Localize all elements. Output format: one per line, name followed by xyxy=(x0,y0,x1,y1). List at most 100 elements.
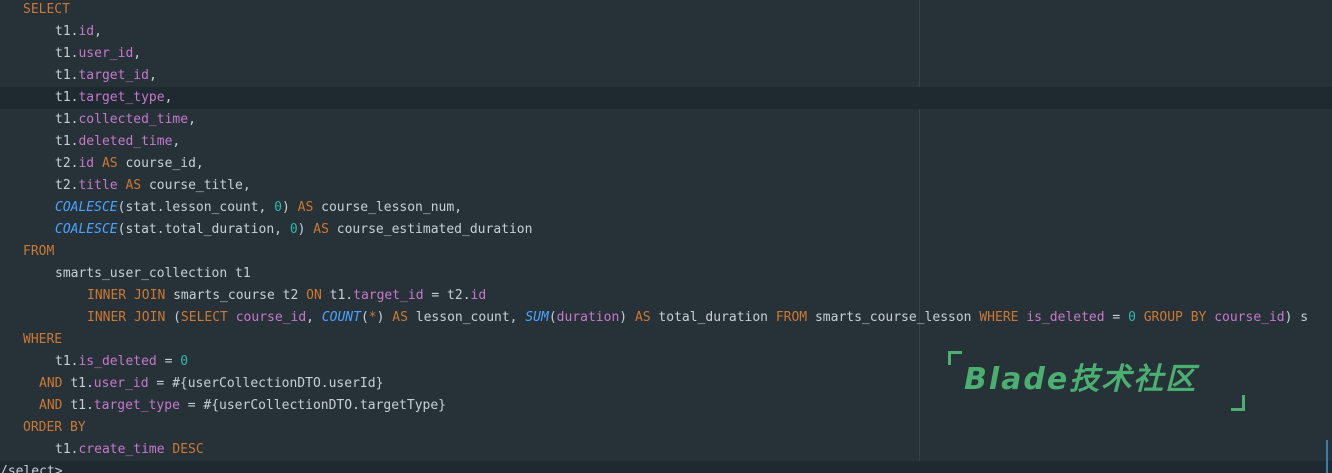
code-line-content: t2.title AS course_title, xyxy=(55,175,251,197)
code-line-content: t1.id, xyxy=(55,21,102,43)
code-token: course_id xyxy=(235,310,307,325)
code-line[interactable]: t1.id, xyxy=(0,21,1332,43)
code-token: smarts_course t2 xyxy=(173,288,307,303)
code-line-content: FROM xyxy=(23,241,54,263)
code-token: AS xyxy=(392,310,416,325)
code-line[interactable]: smarts_user_collection t1 xyxy=(0,263,1332,285)
code-token: ) xyxy=(297,222,314,237)
code-token: t1. xyxy=(55,46,79,61)
code-token: , xyxy=(148,68,157,83)
code-line[interactable]: INNER JOIN smarts_course t2 ON t1.target… xyxy=(0,285,1332,307)
code-token: id xyxy=(78,24,95,39)
code-token: id xyxy=(78,156,95,171)
code-line-content: t1.target_id, xyxy=(55,65,157,87)
code-token: DESC xyxy=(164,442,204,457)
code-token: , xyxy=(306,310,322,325)
code-token: FROM xyxy=(775,310,815,325)
code-token: AS xyxy=(117,178,149,193)
code-line[interactable]: t2.title AS course_title, xyxy=(0,175,1332,197)
code-token: ) xyxy=(376,310,393,325)
code-token: GROUP BY xyxy=(1135,310,1215,325)
code-token: SELECT xyxy=(180,310,236,325)
code-token: deleted_time xyxy=(78,134,173,149)
code-token: target_id xyxy=(353,288,424,303)
code-token: t1. xyxy=(55,442,79,457)
code-token: t1. xyxy=(70,398,94,413)
code-line[interactable]: t1.target_id, xyxy=(0,65,1332,87)
code-line-content: INNER JOIN (SELECT course_id, COUNT(*) A… xyxy=(87,307,1308,329)
code-token: course_estimated_duration xyxy=(336,222,533,237)
code-line-content: t1.collected_time, xyxy=(55,109,196,131)
code-line-content: t1.is_deleted = 0 xyxy=(55,351,188,373)
code-token: ) xyxy=(619,310,635,325)
code-token: t1. xyxy=(70,376,94,391)
code-token: INNER JOIN xyxy=(87,310,174,325)
code-line-content: INNER JOIN smarts_course t2 ON t1.target… xyxy=(87,285,486,307)
code-token: SELECT xyxy=(23,2,70,17)
code-line-content: /select> xyxy=(0,461,63,473)
code-token: (stat.total_duration, xyxy=(117,222,290,237)
code-token: t1. xyxy=(55,90,79,105)
code-token: = #{userCollectionDTO.userId} xyxy=(148,376,384,391)
code-line[interactable]: t1.collected_time, xyxy=(0,109,1332,131)
code-token: t2. xyxy=(55,156,79,171)
code-token: FROM xyxy=(23,244,55,259)
code-token: course_id, xyxy=(125,156,204,171)
code-token: collected_time xyxy=(78,112,189,127)
code-line-current[interactable]: t1.target_type, xyxy=(0,87,1332,109)
code-line[interactable]: t1.create_time DESC xyxy=(0,439,1332,461)
code-token: course_lesson_num, xyxy=(321,200,463,215)
code-token: t1. xyxy=(55,24,79,39)
code-token: ) s xyxy=(1284,310,1309,325)
scrollbar-marker[interactable] xyxy=(1326,440,1328,473)
code-token: smarts_course_lesson xyxy=(814,310,980,325)
code-line[interactable]: SELECT xyxy=(0,0,1332,21)
code-line[interactable]: COALESCE(stat.total_duration, 0) AS cour… xyxy=(0,219,1332,241)
code-token: /select> xyxy=(0,464,63,473)
code-token: AS xyxy=(313,222,337,237)
code-editor[interactable]: SELECT t1.id, t1.user_id, t1.target_id, t1.t… xyxy=(0,0,1332,473)
code-line-content: t1.deleted_time, xyxy=(55,131,180,153)
code-line[interactable]: INNER JOIN (SELECT course_id, COUNT(*) A… xyxy=(0,307,1332,329)
code-token: WHERE xyxy=(979,310,1027,325)
code-token: t1. xyxy=(55,112,79,127)
code-token: COUNT xyxy=(321,310,361,325)
code-token: (stat.lesson_count, xyxy=(117,200,275,215)
watermark-bracket-top-left xyxy=(948,351,962,365)
code-token: create_time xyxy=(78,442,165,457)
code-token: = xyxy=(1104,310,1129,325)
code-token: ( xyxy=(173,310,181,325)
code-token: 0 xyxy=(274,200,282,215)
code-line[interactable]: COALESCE(stat.lesson_count, 0) AS course… xyxy=(0,197,1332,219)
code-line-content: t1.target_type, xyxy=(55,87,172,109)
code-token: target_id xyxy=(78,68,149,83)
code-line[interactable]: /select> xyxy=(0,461,1332,473)
code-token: , xyxy=(94,24,102,39)
code-token: t1. xyxy=(55,134,79,149)
code-line[interactable]: t1.user_id, xyxy=(0,43,1332,65)
code-line[interactable]: t1.deleted_time, xyxy=(0,131,1332,153)
code-token: , xyxy=(164,90,173,105)
code-line[interactable]: WHERE xyxy=(0,329,1332,351)
code-token: target_type xyxy=(78,90,165,105)
code-token: smarts_user_collection t1 xyxy=(55,266,251,281)
code-line-content: WHERE xyxy=(23,329,62,351)
code-token: * xyxy=(368,310,377,325)
code-token: SUM xyxy=(525,310,549,325)
code-token: ON xyxy=(306,288,330,303)
code-line-content: ORDER BY xyxy=(23,417,86,439)
code-token: lesson_count, xyxy=(415,310,526,325)
code-line-content: COALESCE(stat.total_duration, 0) AS cour… xyxy=(55,219,532,241)
code-token: = #{userCollectionDTO.targetType} xyxy=(179,398,446,413)
code-line-content: smarts_user_collection t1 xyxy=(55,263,251,285)
code-line-content: t1.create_time DESC xyxy=(55,439,204,461)
code-token: 0 xyxy=(180,354,189,369)
code-token: 0 xyxy=(289,222,298,237)
code-token: total_duration xyxy=(658,310,776,325)
code-token: is_deleted xyxy=(78,354,157,369)
code-token: target_type xyxy=(93,398,180,413)
code-line[interactable]: ORDER BY xyxy=(0,417,1332,439)
code-token: course_id xyxy=(1214,310,1285,325)
code-line[interactable]: FROM xyxy=(0,241,1332,263)
code-line[interactable]: t2.id AS course_id, xyxy=(0,153,1332,175)
